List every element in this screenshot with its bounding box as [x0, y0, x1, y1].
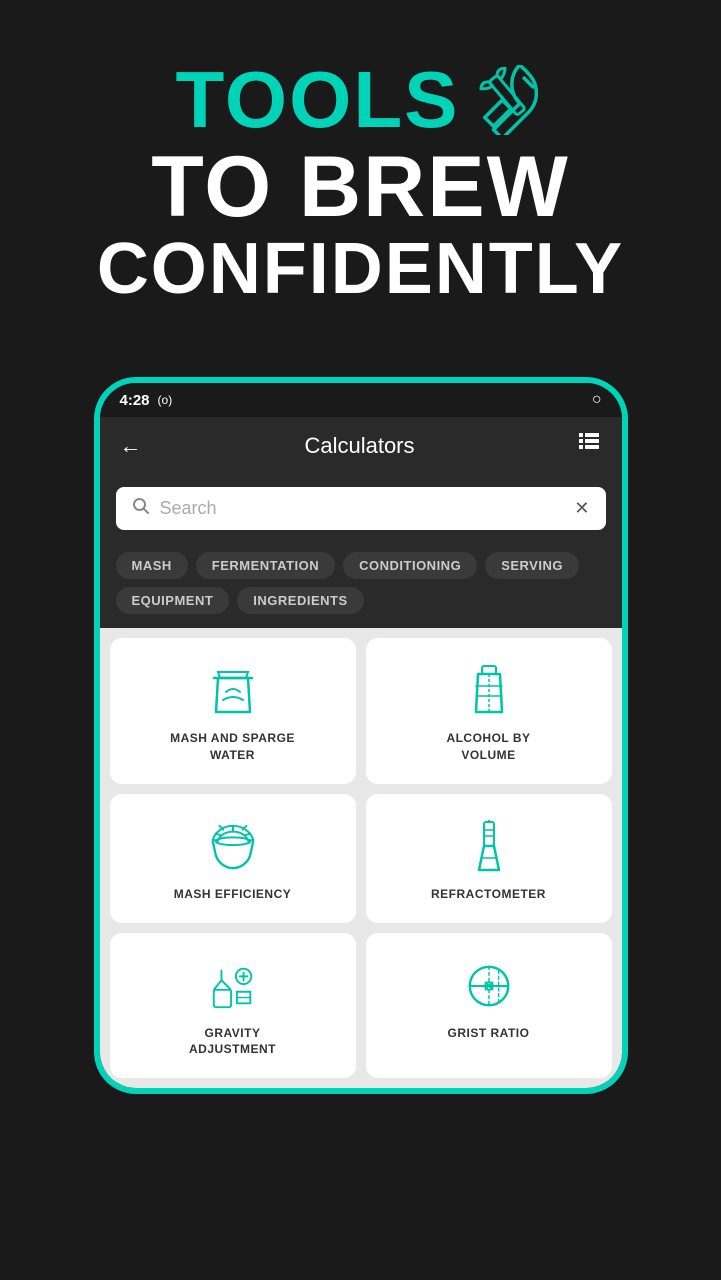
- gravity-adjustment-label: GRAVITYADJUSTMENT: [189, 1025, 276, 1059]
- calc-card-refractometer[interactable]: REFRACTOMETER: [366, 794, 612, 923]
- calc-card-abv[interactable]: ALCOHOL BYVOLUME: [366, 638, 612, 784]
- search-clear-button[interactable]: ✕: [574, 498, 589, 519]
- phone-frame: 4:28 (o) ○ ← Calculators: [96, 379, 626, 1092]
- search-bar[interactable]: Search ✕: [116, 487, 606, 530]
- status-signal: (o): [158, 393, 173, 407]
- filter-tags-container: MASH FERMENTATION CONDITIONING SERVING E…: [100, 542, 622, 628]
- screen-title: Calculators: [304, 433, 414, 459]
- hero-brew-text: TO BREW: [40, 144, 681, 230]
- status-bar: 4:28 (o) ○: [100, 383, 622, 417]
- calc-card-mash-sparge[interactable]: MASH AND SPARGEWATER: [110, 638, 356, 784]
- wrench-icon: [476, 65, 546, 135]
- filter-tag-conditioning[interactable]: CONDITIONING: [343, 552, 477, 579]
- hero-section: TOOLS TO BREW CONFIDENTLY: [0, 0, 721, 349]
- phone-wrapper: 4:28 (o) ○ ← Calculators: [0, 379, 721, 1092]
- efficiency-icon: [208, 822, 258, 872]
- search-icon: [132, 497, 150, 520]
- mash-icon: [208, 666, 258, 716]
- filter-tag-fermentation[interactable]: FERMENTATION: [196, 552, 335, 579]
- calc-card-mash-efficiency[interactable]: MASH EFFICIENCY: [110, 794, 356, 923]
- grid-view-button[interactable]: [577, 431, 601, 461]
- magnifier-icon: [132, 497, 150, 515]
- status-left: 4:28 (o): [120, 392, 173, 409]
- status-battery: ○: [592, 391, 602, 409]
- status-time: 4:28: [120, 392, 150, 409]
- back-button[interactable]: ←: [120, 433, 142, 459]
- grid-icon: [577, 431, 601, 455]
- filter-tag-ingredients[interactable]: INGREDIENTS: [237, 587, 363, 614]
- filter-tag-serving[interactable]: SERVING: [485, 552, 579, 579]
- abv-icon: [464, 666, 514, 716]
- app-header: ← Calculators: [100, 417, 622, 475]
- search-container: Search ✕: [100, 475, 622, 542]
- calc-card-grist-ratio[interactable]: GRIST RATIO: [366, 933, 612, 1079]
- hero-confidently-text: CONFIDENTLY: [40, 230, 681, 309]
- gravity-icon: [208, 961, 258, 1011]
- mash-efficiency-label: MASH EFFICIENCY: [174, 886, 292, 903]
- mash-sparge-label: MASH AND SPARGEWATER: [170, 730, 295, 764]
- filter-tag-equipment[interactable]: EQUIPMENT: [116, 587, 230, 614]
- abv-label: ALCOHOL BYVOLUME: [446, 730, 530, 764]
- calc-card-gravity[interactable]: GRAVITYADJUSTMENT: [110, 933, 356, 1079]
- refractometer-label: REFRACTOMETER: [431, 886, 546, 903]
- grist-icon: [464, 961, 514, 1011]
- hero-title-row1: TOOLS: [40, 60, 681, 140]
- refractometer-icon: [464, 822, 514, 872]
- search-placeholder: Search: [160, 498, 565, 519]
- grist-ratio-label: GRIST RATIO: [448, 1025, 530, 1042]
- hero-tools-text: TOOLS: [175, 60, 459, 140]
- calculator-grid: MASH AND SPARGEWATER ALCOHOL BYVOLUME: [100, 628, 622, 1088]
- filter-tag-mash[interactable]: MASH: [116, 552, 188, 579]
